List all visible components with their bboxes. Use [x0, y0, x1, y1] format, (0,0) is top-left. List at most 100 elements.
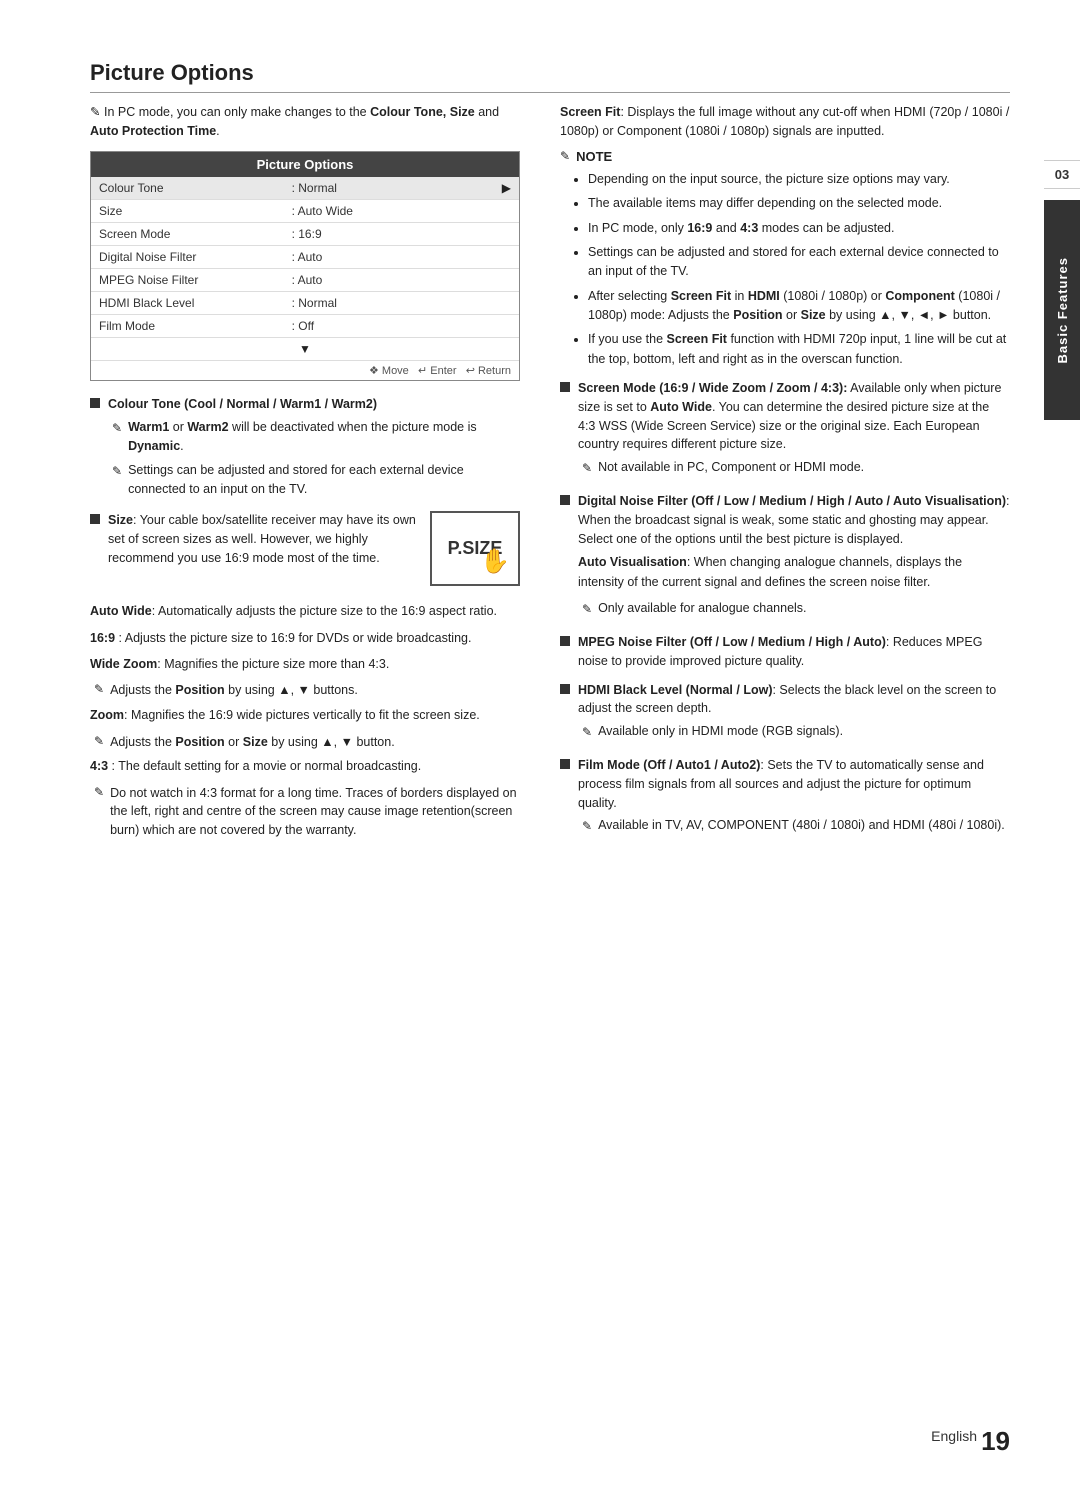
colour-tone-bullet: Colour Tone (Cool / Normal / Warm1 / War… — [90, 395, 520, 504]
pencil-icon: ✎ — [112, 462, 122, 480]
row-label-mpeg-noise: MPEG Noise Filter — [91, 268, 284, 291]
row-value-digital-noise: : Auto — [284, 245, 494, 268]
bullet-square-icon — [90, 514, 100, 524]
table-row: Digital Noise Filter : Auto — [91, 245, 519, 268]
row-value-size: : Auto Wide — [284, 199, 494, 222]
hdmi-black-sub-text: Available only in HDMI mode (RGB signals… — [598, 722, 1010, 741]
picture-options-box: Picture Options Colour Tone : Normal ▶ S… — [90, 151, 520, 381]
screen-fit-text: : Displays the full image without any cu… — [560, 105, 1009, 138]
intro-end: . — [216, 124, 219, 138]
pencil-icon: ✎ — [582, 600, 592, 618]
colour-tone-title: Colour Tone (Cool / Normal / Warm1 / War… — [108, 397, 377, 411]
intro-bold1: Colour Tone, Size — [370, 105, 475, 119]
row-label-screen-mode: Screen Mode — [91, 222, 284, 245]
pencil-icon: ✎ — [112, 419, 122, 437]
main-content: ✎ In PC mode, you can only make changes … — [90, 103, 1010, 850]
pencil-icon: ✎ — [94, 734, 104, 748]
bullet-square-icon — [560, 636, 570, 646]
psize-hand-icon: ✋ — [480, 544, 510, 580]
film-mode-sub: ✎ Available in TV, AV, COMPONENT (480i /… — [582, 816, 1010, 835]
4-3-sub-text: Do not watch in 4:3 format for a long ti… — [110, 784, 520, 840]
16-9-bold: 16:9 — [90, 631, 115, 645]
note-header: ✎ NOTE — [560, 149, 1010, 164]
intro-pre: In PC mode, you can only make changes to… — [104, 105, 370, 119]
colour-tone-sub1: ✎ Warm1 or Warm2 will be deactivated whe… — [112, 418, 520, 456]
4-3-bold: 4:3 — [90, 759, 108, 773]
size-desc: : Your cable box/satellite receiver may … — [108, 513, 416, 565]
digital-noise-title: Digital Noise Filter (Off / Low / Medium… — [578, 494, 1006, 508]
colour-tone-text: Colour Tone (Cool / Normal / Warm1 / War… — [108, 395, 520, 504]
screen-mode-text: Screen Mode (16:9 / Wide Zoom / Zoom / 4… — [578, 379, 1010, 482]
row-label-digital-noise: Digital Noise Filter — [91, 245, 284, 268]
row-arrow-size — [494, 199, 519, 222]
down-arrow-cell: ▼ — [91, 337, 519, 360]
footer-page-number: 19 — [981, 1428, 1010, 1454]
bullet-square-icon — [560, 759, 570, 769]
hdmi-black-sub: ✎ Available only in HDMI mode (RGB signa… — [582, 722, 1010, 741]
row-label-hdmi-black: HDMI Black Level — [91, 291, 284, 314]
size-bold: Size — [108, 513, 133, 527]
table-row: Film Mode : Off — [91, 314, 519, 337]
note-section: ✎ NOTE Depending on the input source, th… — [560, 149, 1010, 369]
note-pencil-icon: ✎ — [560, 149, 570, 163]
psize-box: P.SIZE ✋ — [430, 511, 520, 586]
mpeg-noise-bullet: MPEG Noise Filter (Off / Low / Medium / … — [560, 633, 1010, 671]
bullet-square-icon — [90, 398, 100, 408]
bullet-square-icon — [560, 684, 570, 694]
row-value-mpeg-noise: : Auto — [284, 268, 494, 291]
colour-tone-sub1-text: Warm1 or Warm2 will be deactivated when … — [128, 418, 520, 456]
right-column: Screen Fit: Displays the full image with… — [560, 103, 1010, 850]
hdmi-black-bullet: HDMI Black Level (Normal / Low): Selects… — [560, 681, 1010, 747]
table-row: Screen Mode : 16:9 — [91, 222, 519, 245]
intro-text: ✎ In PC mode, you can only make changes … — [90, 103, 520, 141]
row-arrow-colour-tone: ▶ — [494, 177, 519, 200]
pencil-icon: ✎ — [90, 105, 100, 119]
note-item: Settings can be adjusted and stored for … — [588, 243, 1010, 282]
auto-wide-bold: Auto Wide — [90, 604, 152, 618]
auto-vis-para: Auto Visualisation: When changing analog… — [578, 553, 1010, 592]
row-label-film-mode: Film Mode — [91, 314, 284, 337]
screen-mode-sub: ✎ Not available in PC, Component or HDMI… — [582, 458, 1010, 477]
bullet-square-icon — [560, 382, 570, 392]
row-arrow-screen-mode — [494, 222, 519, 245]
page-container: Picture Options ✎ In PC mode, you can on… — [0, 0, 1080, 1494]
4-3-sub: ✎ Do not watch in 4:3 format for a long … — [94, 784, 520, 840]
digital-noise-sub: ✎ Only available for analogue channels. — [582, 599, 1010, 618]
wide-zoom-sub-text: Adjusts the Position by using ▲, ▼ butto… — [110, 681, 520, 700]
note-item: If you use the Screen Fit function with … — [588, 330, 1010, 369]
wide-zoom-bold: Wide Zoom — [90, 657, 157, 671]
zoom-bold: Zoom — [90, 708, 124, 722]
film-mode-sub-text: Available in TV, AV, COMPONENT (480i / 1… — [598, 816, 1010, 835]
film-mode-bullet: Film Mode (Off / Auto1 / Auto2): Sets th… — [560, 756, 1010, 840]
row-arrow-hdmi-black — [494, 291, 519, 314]
screen-mode-sub-text: Not available in PC, Component or HDMI m… — [598, 458, 1010, 477]
4-3-para: 4:3 : The default setting for a movie or… — [90, 757, 520, 776]
intro-bold2: Auto Protection Time — [90, 124, 216, 138]
page-title: Picture Options — [90, 60, 1010, 93]
left-column: ✎ In PC mode, you can only make changes … — [90, 103, 520, 850]
table-row: HDMI Black Level : Normal — [91, 291, 519, 314]
16-9-para: 16:9 : Adjusts the picture size to 16:9 … — [90, 629, 520, 648]
pencil-icon: ✎ — [582, 723, 592, 741]
table-row: MPEG Noise Filter : Auto — [91, 268, 519, 291]
table-row: Size : Auto Wide — [91, 199, 519, 222]
wide-zoom-para: Wide Zoom: Magnifies the picture size mo… — [90, 655, 520, 674]
options-table: Colour Tone : Normal ▶ Size : Auto Wide … — [91, 177, 519, 380]
table-nav-row: ❖ Move ↵ Enter ↩ Return — [91, 360, 519, 380]
note-item: Depending on the input source, the pictu… — [588, 170, 1010, 189]
4-3-text: : The default setting for a movie or nor… — [108, 759, 421, 773]
intro-and: and — [475, 105, 499, 119]
pencil-icon: ✎ — [582, 459, 592, 477]
digital-noise-sub-text: Only available for analogue channels. — [598, 599, 1010, 618]
footer: English 19 — [0, 1428, 1080, 1454]
digital-noise-text: Digital Noise Filter (Off / Low / Medium… — [578, 492, 1010, 623]
note-item: After selecting Screen Fit in HDMI (1080… — [588, 287, 1010, 326]
note-title: NOTE — [576, 149, 612, 164]
auto-wide-text: : Automatically adjusts the picture size… — [152, 604, 497, 618]
pencil-icon: ✎ — [582, 817, 592, 835]
row-label-colour-tone: Colour Tone — [91, 177, 284, 200]
table-header: Picture Options — [91, 152, 519, 177]
screen-mode-title: Screen Mode (16:9 / Wide Zoom / Zoom / 4… — [578, 381, 847, 395]
note-item: The available items may differ depending… — [588, 194, 1010, 213]
zoom-para: Zoom: Magnifies the 16:9 wide pictures v… — [90, 706, 520, 725]
